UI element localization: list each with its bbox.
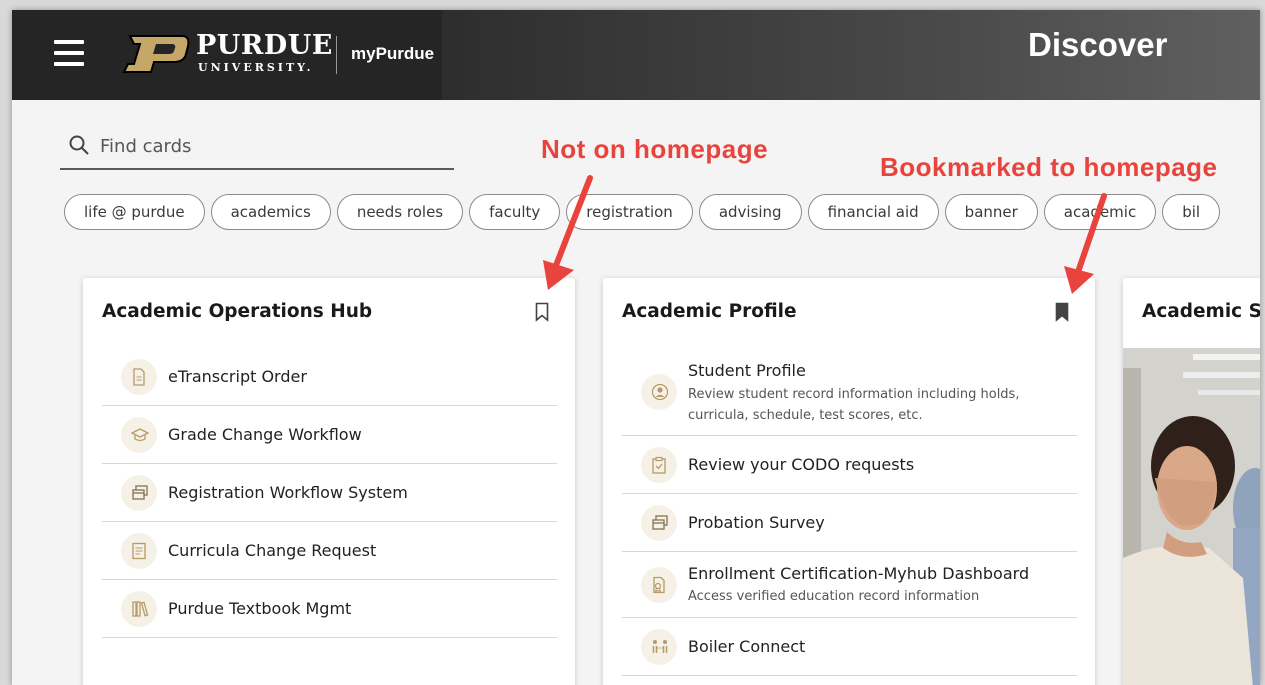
list-item-etranscript-order[interactable]: eTranscript Order <box>102 348 557 406</box>
list-document-icon <box>121 533 157 569</box>
chip-financial-aid[interactable]: financial aid <box>807 194 939 230</box>
hamburger-menu-icon[interactable] <box>54 40 84 66</box>
purdue-p-logo-icon[interactable] <box>120 34 190 74</box>
brand-area: PURDUE UNIVERSITY. myPurdue <box>12 10 442 100</box>
annotation-not-on-homepage: Not on homepage <box>541 134 769 164</box>
list-item-boiler-connect[interactable]: Boiler Connect <box>622 618 1077 676</box>
brand-divider <box>336 36 337 74</box>
books-icon <box>121 591 157 627</box>
app-name[interactable]: myPurdue <box>351 44 434 64</box>
search-bar <box>60 130 454 170</box>
chip-banner[interactable]: banner <box>944 194 1038 230</box>
certificate-icon <box>641 567 677 603</box>
card-academic-operations-hub: Academic Operations Hub eTranscript Orde… <box>83 278 575 685</box>
people-connect-icon <box>641 629 677 665</box>
annotation-bookmarked: Bookmarked to homepage <box>880 152 1218 182</box>
list-item-curricula-change-request[interactable]: Curricula Change Request <box>102 522 557 580</box>
bookmark-filled-icon[interactable] <box>1055 302 1069 322</box>
card-photo <box>1123 348 1260 685</box>
card-academic-s: Academic S <box>1123 278 1260 685</box>
search-input[interactable] <box>100 132 440 160</box>
page-title: Discover <box>1028 26 1168 63</box>
list-item-grade-change-workflow[interactable]: Grade Change Workflow <box>102 406 557 464</box>
list-item-purdue-textbook-mgmt[interactable]: Purdue Textbook Mgmt <box>102 580 557 638</box>
brand-name: PURDUE <box>196 30 333 61</box>
list-item-review-codo-requests[interactable]: Review your CODO requests <box>622 436 1077 494</box>
list-item-registration-workflow-system[interactable]: Registration Workflow System <box>102 464 557 522</box>
clipboard-check-icon <box>641 447 677 483</box>
bookmark-outline-icon[interactable] <box>535 302 549 322</box>
chip-academic[interactable]: academic <box>1043 194 1157 230</box>
chip-faculty[interactable]: faculty <box>469 194 561 230</box>
top-bar: PURDUE UNIVERSITY. myPurdue Discover <box>12 10 1260 100</box>
filter-chips: life @ purdue academics needs roles faculty… <box>64 194 1260 232</box>
chip-academics[interactable]: academics <box>210 194 331 230</box>
graduation-cap-icon <box>121 417 157 453</box>
chip-bil[interactable]: bil <box>1162 194 1221 230</box>
chip-advising[interactable]: advising <box>698 194 802 230</box>
card-title: Academic Operations Hub <box>102 301 373 322</box>
list-item-student-profile[interactable]: Student Profile Review student record in… <box>622 348 1077 436</box>
card-academic-profile: Academic Profile Student Profile Review … <box>603 278 1095 685</box>
chip-registration[interactable]: registration <box>566 194 693 230</box>
windows-icon <box>121 475 157 511</box>
list-item-probation-survey[interactable]: Probation Survey <box>622 494 1077 552</box>
user-circle-icon <box>641 374 677 410</box>
search-icon <box>69 135 89 155</box>
windows-icon <box>641 505 677 541</box>
app-window: PURDUE UNIVERSITY. myPurdue Discover lif… <box>12 10 1260 685</box>
list-item-enrollment-certification[interactable]: Enrollment Certification-Myhub Dashboard… <box>622 552 1077 618</box>
chip-life-at-purdue[interactable]: life @ purdue <box>64 194 205 230</box>
brand-subtitle: UNIVERSITY. <box>198 61 314 74</box>
chip-needs-roles[interactable]: needs roles <box>336 194 464 230</box>
card-title: Academic Profile <box>622 301 797 322</box>
card-title: Academic S <box>1142 301 1260 322</box>
document-icon <box>121 359 157 395</box>
